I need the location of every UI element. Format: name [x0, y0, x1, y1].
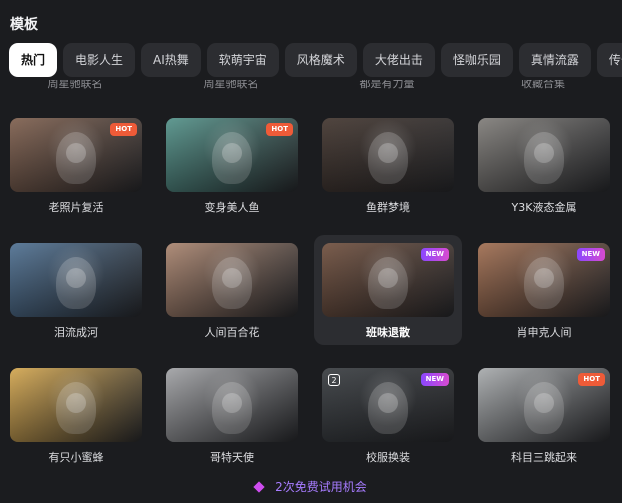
template-card[interactable]: 2 NEW 校服换装	[314, 360, 462, 470]
new-badge: NEW	[576, 248, 605, 261]
hot-badge: HOT	[578, 373, 605, 386]
template-card[interactable]: 哥特天使	[158, 360, 306, 470]
tab-item[interactable]: 传奇	[596, 43, 622, 77]
template-thumbnail[interactable]: HOT	[166, 118, 298, 192]
template-card[interactable]: NEW 肖申克人间	[470, 235, 618, 345]
template-thumbnail[interactable]: NEW	[478, 243, 610, 317]
template-name: 有只小蜜蜂	[48, 451, 104, 464]
template-card[interactable]: HOT 变身美人鱼	[158, 110, 306, 220]
template-name: 科目三跳起来	[511, 451, 577, 464]
tab-item[interactable]: 大佬出击	[362, 43, 435, 77]
template-name: 老照片复活	[48, 201, 104, 214]
hot-badge: HOT	[110, 123, 137, 136]
template-thumbnail[interactable]	[322, 118, 454, 192]
thumbnail-shade	[478, 118, 610, 192]
template-panel: 模板 热门电影人生AI热舞软萌宇宙风格魔术大佬出击怪咖乐园真情流露传奇 周星驰联…	[0, 0, 622, 503]
tab-item[interactable]: 热门	[9, 43, 58, 77]
tab-item[interactable]: 风格魔术	[284, 43, 357, 77]
template-tabs: 热门电影人生AI热舞软萌宇宙风格魔术大佬出击怪咖乐园真情流露传奇	[9, 43, 622, 77]
tab-item[interactable]: 怪咖乐园	[440, 43, 513, 77]
template-card[interactable]: 鱼群梦境	[314, 110, 462, 220]
partially-visible-template-label: 都是有力量	[359, 80, 415, 90]
template-thumbnail[interactable]	[166, 243, 298, 317]
thumbnail-shade	[322, 118, 454, 192]
tab-item[interactable]: 真情流露	[518, 43, 591, 77]
diamond-icon	[253, 480, 265, 493]
thumbnail-shade	[10, 243, 142, 317]
template-name: 变身美人鱼	[204, 201, 260, 214]
template-thumbnail[interactable]	[10, 243, 142, 317]
template-card[interactable]: Y3K液态金属	[470, 110, 618, 220]
template-card[interactable]: NEW 班味退散	[314, 235, 462, 345]
template-thumbnail[interactable]: HOT	[10, 118, 142, 192]
partially-visible-template-labels: 周星驰联名 周星驰联名 都是有力量 收藏合集	[0, 80, 622, 90]
template-name: 哥特天使	[210, 451, 254, 464]
template-name: 校服换装	[366, 451, 410, 464]
template-thumbnail[interactable]	[478, 118, 610, 192]
template-name: 人间百合花	[204, 326, 260, 339]
thumbnail-shade	[10, 368, 142, 442]
template-thumbnail[interactable]: 2 NEW	[322, 368, 454, 442]
template-card[interactable]: 人间百合花	[158, 235, 306, 345]
template-name: Y3K液态金属	[511, 201, 577, 214]
template-name: 班味退散	[366, 326, 410, 339]
template-thumbnail[interactable]	[10, 368, 142, 442]
tab-item[interactable]: 电影人生	[63, 43, 136, 77]
template-card[interactable]: HOT 老照片复活	[2, 110, 150, 220]
template-name: 肖申克人间	[516, 326, 572, 339]
template-name: 鱼群梦境	[366, 201, 410, 214]
template-card[interactable]: HOT 科目三跳起来	[470, 360, 618, 470]
new-badge: NEW	[420, 248, 449, 261]
new-badge: NEW	[420, 373, 449, 386]
thumbnail-shade	[166, 243, 298, 317]
partially-visible-template-label: 收藏合集	[521, 80, 565, 90]
partially-visible-template-label: 周星驰联名	[203, 80, 259, 90]
panel-title: 模板	[10, 17, 38, 33]
thumbnail-shade	[166, 368, 298, 442]
template-thumbnail[interactable]	[166, 368, 298, 442]
template-name: 泪流成河	[54, 326, 98, 339]
multi-image-icon: 2	[328, 374, 340, 386]
free-trial-text: 2次免费试用机会	[275, 480, 367, 494]
partially-visible-template-label: 周星驰联名	[47, 80, 103, 90]
tab-item[interactable]: AI热舞	[141, 43, 201, 77]
template-thumbnail[interactable]: HOT	[478, 368, 610, 442]
hot-badge: HOT	[266, 123, 293, 136]
template-thumbnail[interactable]: NEW	[322, 243, 454, 317]
template-card[interactable]: 泪流成河	[2, 235, 150, 345]
tab-item[interactable]: 软萌宇宙	[206, 43, 279, 77]
free-trial-banner: 2次免费试用机会	[0, 478, 622, 495]
template-card[interactable]: 有只小蜜蜂	[2, 360, 150, 470]
